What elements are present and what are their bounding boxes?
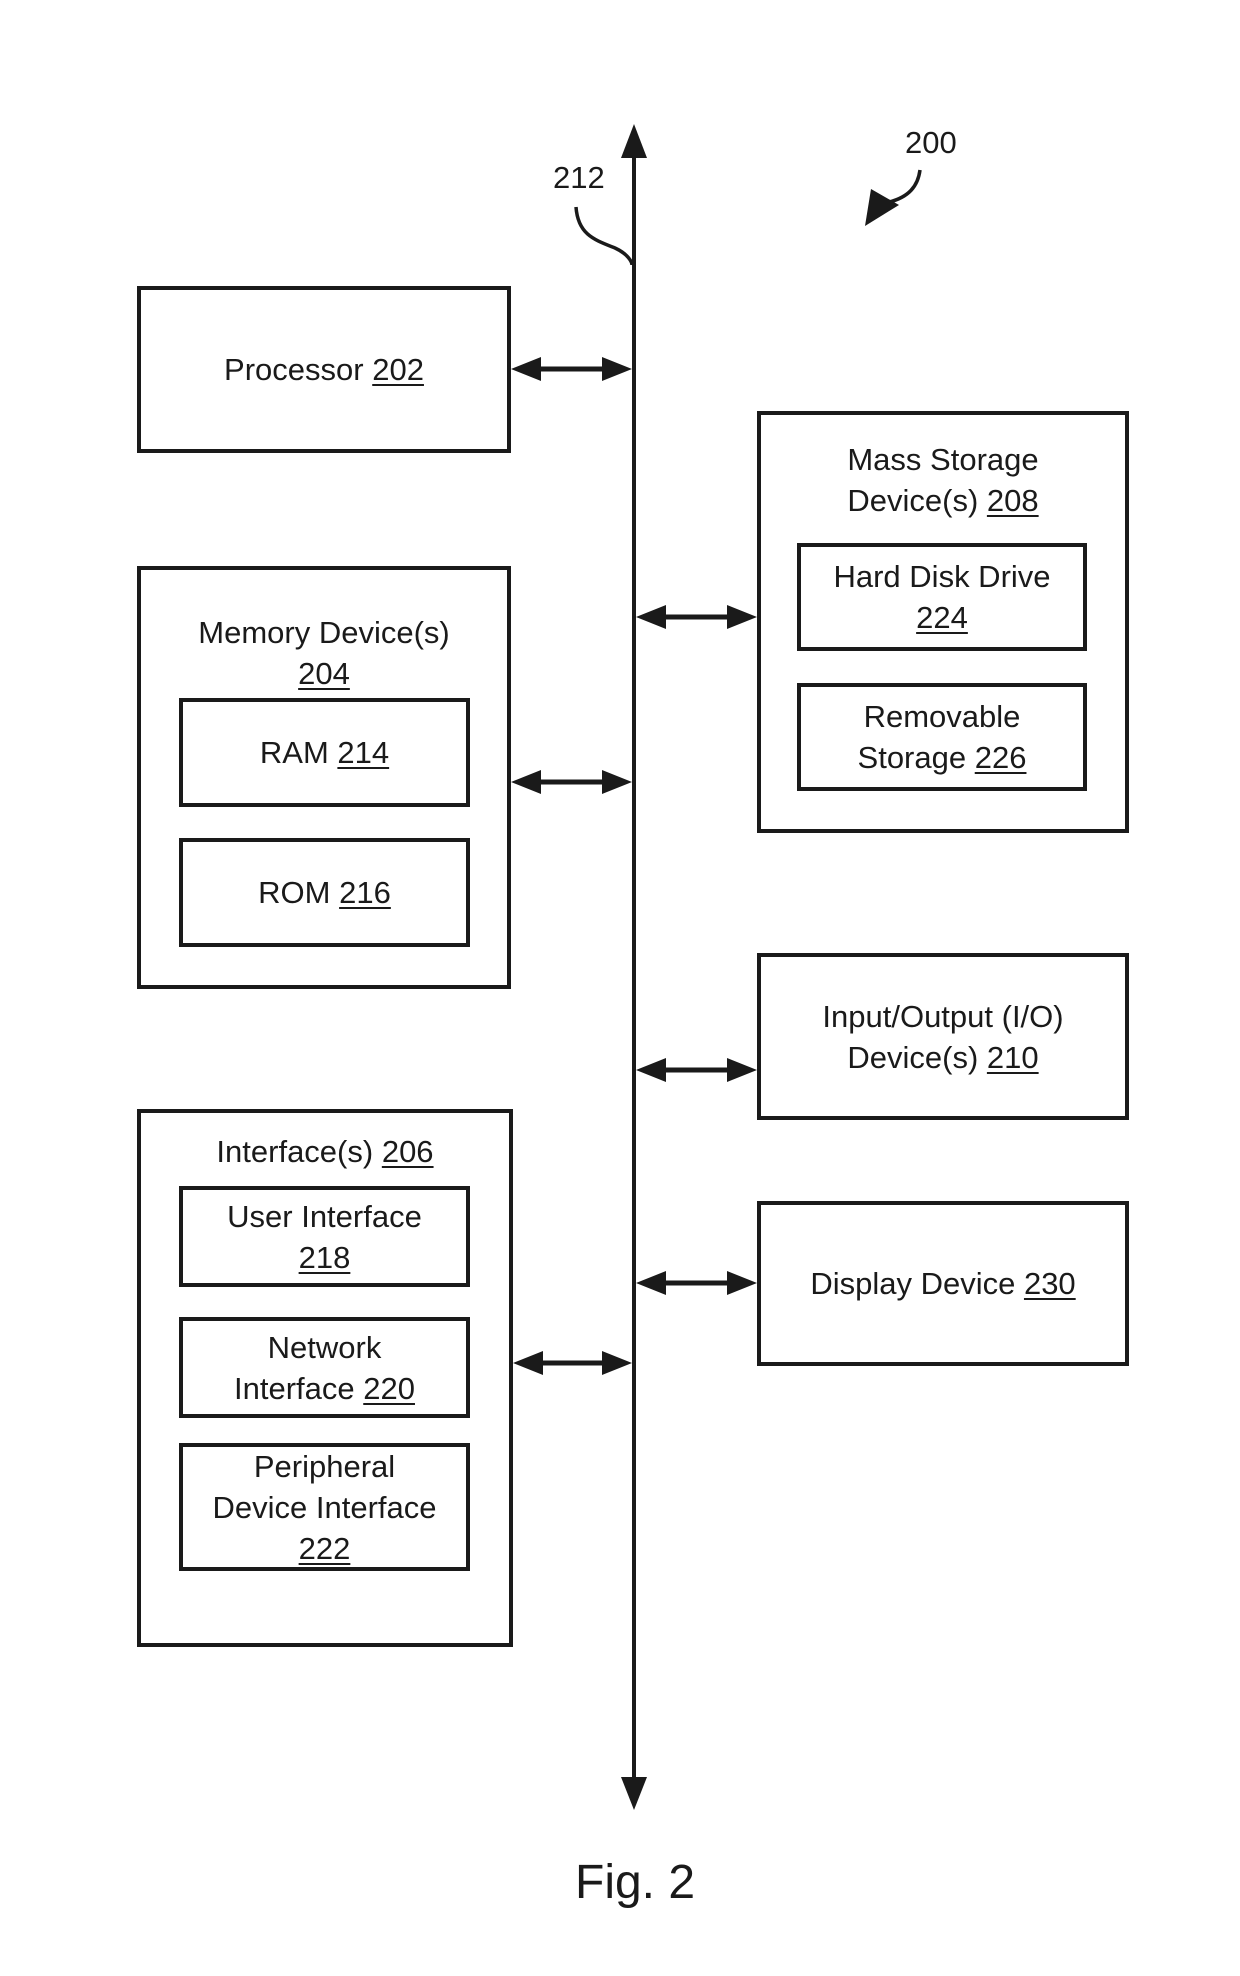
figure-reference-arrow <box>865 169 922 226</box>
hard-disk-name: Hard Disk Drive <box>833 559 1051 594</box>
connector-io-bus <box>636 1058 757 1082</box>
arrowhead-left-icon <box>511 770 541 794</box>
peripheral-interface-ref: 222 <box>298 1530 351 1566</box>
bus-reference-leader <box>574 206 634 266</box>
network-interface-ref: 220 <box>363 1370 415 1406</box>
display-name: Display Device <box>810 1266 1016 1301</box>
display-ref: 230 <box>1023 1266 1076 1301</box>
arrowhead-right-icon <box>727 605 757 629</box>
bus-reference-label: 212 <box>553 160 605 195</box>
hard-disk-block: Hard Disk Drive 224 <box>797 543 1087 651</box>
user-interface-label: User Interface 218 <box>227 1196 422 1278</box>
removable-storage-name-line2: Storage <box>857 740 967 775</box>
system-bus <box>621 124 647 1810</box>
connector-display-bus <box>636 1271 757 1295</box>
mass-storage-name-line2: Device(s) <box>847 483 979 518</box>
interfaces-ref: 206 <box>381 1134 434 1169</box>
bus-arrow-down-icon <box>621 1777 647 1810</box>
bus-arrow-up-icon <box>621 124 647 158</box>
rom-ref: 216 <box>339 875 391 910</box>
mass-storage-ref: 208 <box>986 483 1039 518</box>
figure-caption: Fig. 2 <box>575 1856 696 1909</box>
user-interface-ref: 218 <box>298 1239 351 1275</box>
arrowhead-right-icon <box>602 1351 632 1375</box>
interfaces-name: Interface(s) <box>216 1134 374 1169</box>
ram-label: RAM 214 <box>260 732 389 773</box>
display-block: Display Device 230 <box>757 1201 1129 1366</box>
ram-block: RAM 214 <box>179 698 470 807</box>
removable-storage-block: Removable Storage 226 <box>797 683 1087 791</box>
arrowhead-left-icon <box>511 357 541 381</box>
memory-name: Memory Device(s) <box>198 615 450 650</box>
network-interface-block: Network Interface 220 <box>179 1317 470 1418</box>
rom-label: ROM 216 <box>258 872 391 913</box>
connector-memory-bus <box>511 770 632 794</box>
hard-disk-label: Hard Disk Drive 224 <box>833 556 1050 638</box>
arrowhead-right-icon <box>727 1058 757 1082</box>
processor-ref: 202 <box>372 352 424 387</box>
peripheral-interface-label: Peripheral Device Interface 222 <box>213 1446 437 1569</box>
connector-interfaces-bus <box>513 1351 632 1375</box>
ram-ref: 214 <box>337 735 390 770</box>
arrowhead-right-icon <box>602 770 632 794</box>
connector-processor-bus <box>511 357 632 381</box>
network-interface-name-line1: Network <box>267 1329 382 1365</box>
io-name-line2: Device(s) <box>847 1039 979 1075</box>
arrowhead-left-icon <box>636 605 666 629</box>
processor-name: Processor <box>224 352 364 387</box>
network-interface-name-line2: Interface <box>234 1370 355 1406</box>
rom-name: ROM <box>258 875 331 910</box>
processor-block: Processor 202 <box>137 286 511 453</box>
user-interface-block: User Interface 218 <box>179 1186 470 1287</box>
arrowhead-left-icon <box>636 1271 666 1295</box>
user-interface-name: User Interface <box>227 1198 422 1234</box>
io-ref: 210 <box>986 1039 1039 1075</box>
removable-storage-ref: 226 <box>974 740 1027 775</box>
rom-block: ROM 216 <box>179 838 470 947</box>
network-interface-label: Network Interface 220 <box>234 1327 415 1409</box>
memory-ref: 204 <box>298 656 350 691</box>
hard-disk-ref: 224 <box>916 600 968 635</box>
io-block: Input/Output (I/O) Device(s) 210 <box>757 953 1129 1120</box>
memory-label: Memory Device(s) 204 <box>141 612 507 694</box>
processor-label: Processor 202 <box>224 349 424 390</box>
interfaces-label: Interface(s) 206 <box>141 1131 509 1172</box>
io-name-line1: Input/Output (I/O) <box>822 998 1064 1034</box>
peripheral-interface-block: Peripheral Device Interface 222 <box>179 1443 470 1571</box>
peripheral-interface-name-line1: Peripheral <box>253 1448 396 1484</box>
mass-storage-name-line1: Mass Storage <box>847 442 1039 477</box>
figure-reference-label: 200 <box>905 125 957 160</box>
arrowhead-left-icon <box>513 1351 543 1375</box>
removable-storage-name-line1: Removable <box>863 699 1021 734</box>
peripheral-interface-name-line2: Device Interface <box>212 1489 437 1525</box>
connector-mass-storage-bus <box>636 605 757 629</box>
mass-storage-label: Mass Storage Device(s) 208 <box>761 439 1125 521</box>
removable-storage-label: Removable Storage 226 <box>858 696 1027 778</box>
arrowhead-left-icon <box>636 1058 666 1082</box>
arrowhead-right-icon <box>727 1271 757 1295</box>
ram-name: RAM <box>259 735 329 770</box>
arrowhead-right-icon <box>602 357 632 381</box>
io-label: Input/Output (I/O) Device(s) 210 <box>822 996 1063 1078</box>
display-label: Display Device 230 <box>810 1263 1075 1304</box>
